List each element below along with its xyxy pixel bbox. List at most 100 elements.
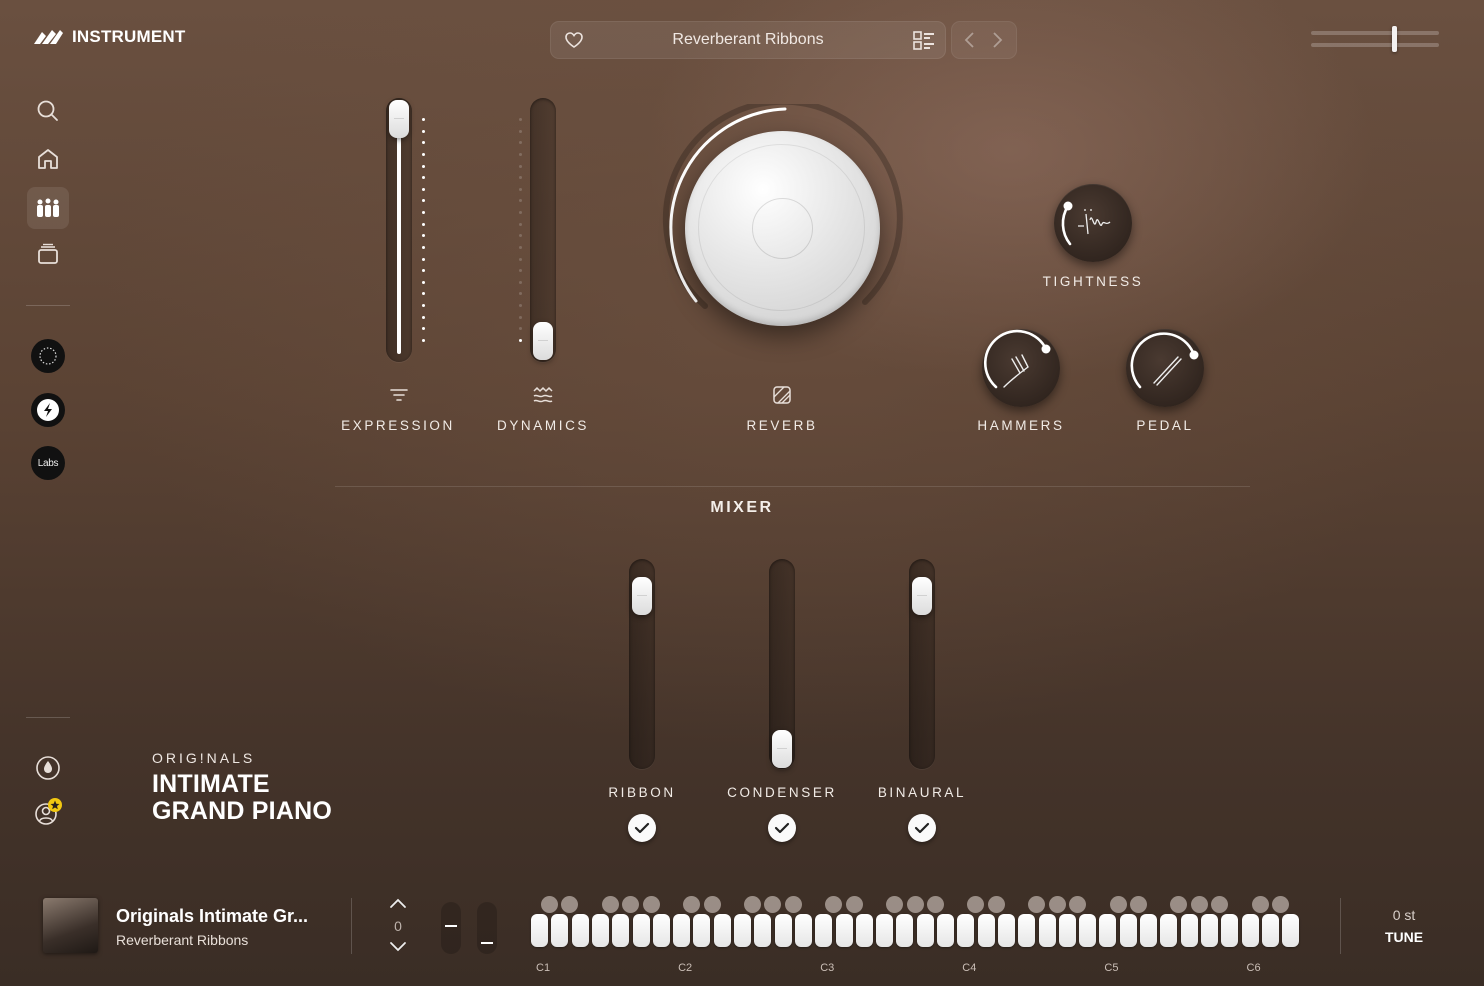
condenser-fader-thumb[interactable] bbox=[772, 730, 792, 768]
keyboard[interactable] bbox=[531, 896, 1303, 952]
octave-up-icon[interactable] bbox=[388, 896, 408, 910]
chevron-left-icon[interactable] bbox=[963, 31, 977, 49]
search-button[interactable] bbox=[30, 93, 66, 129]
white-key[interactable] bbox=[1018, 914, 1036, 947]
white-key[interactable] bbox=[754, 914, 772, 947]
black-key[interactable] bbox=[784, 896, 802, 913]
black-key[interactable] bbox=[764, 896, 782, 913]
instruments-button[interactable] bbox=[27, 187, 69, 229]
labs-badge[interactable]: Labs bbox=[31, 446, 65, 480]
ribbon-fader-thumb[interactable] bbox=[632, 577, 652, 615]
black-key[interactable] bbox=[1170, 896, 1188, 913]
white-key[interactable] bbox=[632, 914, 650, 947]
black-key[interactable] bbox=[744, 896, 762, 913]
white-key[interactable] bbox=[1180, 914, 1198, 947]
spitfire-badge[interactable] bbox=[31, 393, 65, 427]
preset-list-icon[interactable] bbox=[913, 31, 935, 51]
black-key[interactable] bbox=[602, 896, 620, 913]
ribbon-enable-checkbox[interactable] bbox=[628, 814, 656, 842]
black-key[interactable] bbox=[906, 896, 924, 913]
black-key[interactable] bbox=[683, 896, 701, 913]
black-key[interactable] bbox=[886, 896, 904, 913]
black-key[interactable] bbox=[1048, 896, 1066, 913]
tune-label[interactable]: TUNE bbox=[1370, 929, 1438, 945]
white-key[interactable] bbox=[1261, 914, 1279, 947]
octave-down-icon[interactable] bbox=[388, 940, 408, 954]
preset-bar[interactable]: Reverberant Ribbons bbox=[550, 21, 946, 59]
hammers-knob[interactable] bbox=[982, 329, 1060, 407]
black-key[interactable] bbox=[1271, 896, 1289, 913]
white-key[interactable] bbox=[1099, 914, 1117, 947]
black-key[interactable] bbox=[622, 896, 640, 913]
white-key[interactable] bbox=[916, 914, 934, 947]
white-key[interactable] bbox=[571, 914, 589, 947]
white-key[interactable] bbox=[997, 914, 1015, 947]
black-key[interactable] bbox=[926, 896, 944, 913]
pedal-knob[interactable] bbox=[1126, 329, 1204, 407]
white-key[interactable] bbox=[977, 914, 995, 947]
white-key[interactable] bbox=[1200, 914, 1218, 947]
black-key[interactable] bbox=[642, 896, 660, 913]
black-key[interactable] bbox=[967, 896, 985, 913]
white-key[interactable] bbox=[1038, 914, 1056, 947]
black-key[interactable] bbox=[1028, 896, 1046, 913]
pitch-wheel[interactable] bbox=[441, 902, 461, 954]
black-key[interactable] bbox=[1129, 896, 1147, 913]
chevron-right-icon[interactable] bbox=[990, 31, 1004, 49]
black-key[interactable] bbox=[1109, 896, 1127, 913]
white-key[interactable] bbox=[794, 914, 812, 947]
white-key[interactable] bbox=[591, 914, 609, 947]
white-key[interactable] bbox=[815, 914, 833, 947]
white-key[interactable] bbox=[551, 914, 569, 947]
white-key[interactable] bbox=[1282, 914, 1300, 947]
product-thumbnail[interactable] bbox=[43, 898, 98, 953]
white-key[interactable] bbox=[1058, 914, 1076, 947]
black-key[interactable] bbox=[1211, 896, 1229, 913]
heart-icon[interactable] bbox=[564, 31, 584, 49]
white-key[interactable] bbox=[774, 914, 792, 947]
home-button[interactable] bbox=[30, 141, 66, 177]
binaural-enable-checkbox[interactable] bbox=[908, 814, 936, 842]
black-key[interactable] bbox=[1190, 896, 1208, 913]
originals-badge[interactable] bbox=[31, 339, 65, 373]
white-key[interactable] bbox=[896, 914, 914, 947]
white-key[interactable] bbox=[693, 914, 711, 947]
white-key[interactable] bbox=[1221, 914, 1239, 947]
master-volume-track[interactable] bbox=[1311, 31, 1439, 35]
preset-name[interactable]: Reverberant Ribbons bbox=[551, 22, 945, 58]
black-key[interactable] bbox=[703, 896, 721, 913]
white-key[interactable] bbox=[937, 914, 954, 947]
black-key[interactable] bbox=[541, 896, 559, 913]
condenser-enable-checkbox[interactable] bbox=[768, 814, 796, 842]
white-key[interactable] bbox=[1140, 914, 1157, 947]
white-key[interactable] bbox=[652, 914, 670, 947]
black-key[interactable] bbox=[561, 896, 579, 913]
library-button[interactable] bbox=[30, 236, 66, 272]
white-key[interactable] bbox=[612, 914, 630, 947]
mod-wheel[interactable] bbox=[477, 902, 497, 954]
black-key[interactable] bbox=[987, 896, 1005, 913]
instrument-logo[interactable]: INSTRUMENT bbox=[32, 26, 185, 48]
white-key[interactable] bbox=[673, 914, 691, 947]
white-key[interactable] bbox=[957, 914, 975, 947]
drop-button[interactable] bbox=[30, 750, 66, 786]
bottom-product-title[interactable]: Originals Intimate Gr... bbox=[116, 906, 308, 927]
black-key[interactable] bbox=[845, 896, 863, 913]
white-key[interactable] bbox=[1119, 914, 1137, 947]
white-key[interactable] bbox=[713, 914, 731, 947]
black-key[interactable] bbox=[1251, 896, 1269, 913]
dynamics-thumb[interactable] bbox=[533, 322, 553, 360]
master-volume-handle[interactable] bbox=[1392, 26, 1397, 52]
account-button[interactable] bbox=[30, 794, 66, 830]
white-key[interactable] bbox=[1160, 914, 1178, 947]
tightness-knob[interactable] bbox=[1054, 184, 1132, 262]
white-key[interactable] bbox=[1241, 914, 1259, 947]
white-key[interactable] bbox=[531, 914, 548, 947]
reverb-knob[interactable] bbox=[685, 131, 880, 326]
expression-thumb[interactable] bbox=[389, 100, 409, 138]
black-key[interactable] bbox=[1068, 896, 1086, 913]
white-key[interactable] bbox=[876, 914, 894, 947]
black-key[interactable] bbox=[825, 896, 843, 913]
white-key[interactable] bbox=[835, 914, 853, 947]
binaural-fader-thumb[interactable] bbox=[912, 577, 932, 615]
